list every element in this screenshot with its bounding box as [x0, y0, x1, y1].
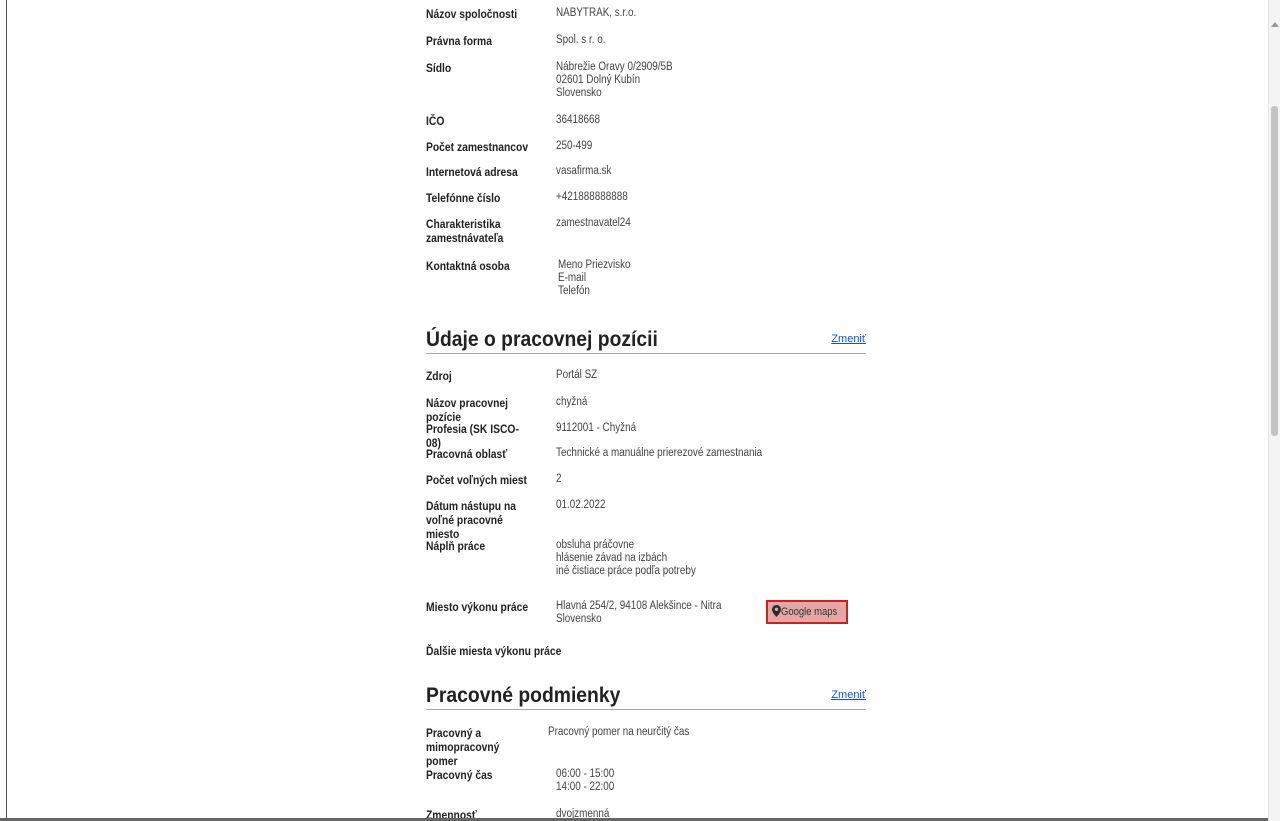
detail-value: Nábrežie Oravy 0/2909/5B 02601 Dolný Kub… — [556, 61, 673, 99]
detail-label: Internetová adresa — [426, 165, 518, 179]
detail-value: dvojzmenná — [556, 808, 610, 818]
detail-label: Sídlo — [426, 61, 452, 75]
google-maps-label: Google maps — [781, 606, 838, 618]
detail-label: Počet voľných miest — [426, 473, 527, 487]
detail-label: Pracovný a mimopracovný pomer — [426, 726, 500, 768]
change-conditions-link[interactable]: Zmeniť — [831, 689, 866, 701]
detail-label: Dátum nástupu na voľné pracovné miesto — [426, 499, 517, 541]
detail-value: chyžná — [556, 396, 588, 408]
detail-label: Názov pracovnej pozície — [426, 396, 509, 424]
detail-value: 250-499 — [556, 140, 593, 152]
detail-label: Miesto výkonu práce — [426, 600, 529, 614]
detail-label: Telefónne číslo — [426, 191, 501, 205]
section-header-conditions: Pracovné podmienky Zmeniť — [426, 683, 866, 710]
detail-value: vasafirma.sk — [556, 165, 612, 177]
detail-label: Charakteristika zamestnávateľa — [426, 217, 504, 245]
vertical-scrollbar[interactable] — [1268, 0, 1280, 821]
detail-value: Portál SZ — [556, 369, 598, 381]
scrollbar-thumb[interactable] — [1271, 106, 1278, 436]
window-left-border — [0, 0, 7, 821]
detail-label: Ďalšie miesta výkonu práce — [426, 644, 562, 658]
detail-label: Pracovná oblasť — [426, 447, 508, 461]
page-content: Názov spoločnosti NABYTRAK, s.r.o. Právn… — [0, 0, 1268, 818]
detail-label: Profesia (SK ISCO-08) — [426, 422, 519, 450]
detail-value: Technické a manuálne prierezové zamestna… — [556, 447, 763, 459]
detail-label: Názov spoločnosti — [426, 7, 518, 21]
section-title: Údaje o pracovnej pozícii — [426, 328, 658, 351]
detail-label: Náplň práce — [426, 539, 486, 553]
detail-value: 36418668 — [556, 114, 601, 126]
detail-label: Počet zamestnancov — [426, 140, 529, 154]
detail-value: NABYTRAK, s.r.o. — [556, 7, 637, 19]
section-header-position: Údaje o pracovnej pozícii Zmeniť — [426, 327, 866, 354]
change-position-link[interactable]: Zmeniť — [831, 333, 866, 345]
detail-label: Zmennosť — [426, 808, 477, 818]
detail-value: zamestnavatel24 — [556, 217, 631, 229]
detail-label: Kontaktná osoba — [426, 259, 510, 273]
detail-value: 06:00 - 15:00 14:00 - 22:00 — [556, 768, 615, 793]
detail-value: Spol. s r. o. — [556, 34, 606, 46]
detail-label: Zdroj — [426, 369, 452, 383]
detail-value: Meno Priezvisko E-mail Telefón — [558, 259, 631, 297]
map-pin-icon — [772, 604, 781, 620]
detail-value: Hlavná 254/2, 94108 Alekšince - Nitra Sl… — [556, 600, 722, 625]
scroll-up-arrow-icon[interactable] — [1271, 22, 1279, 27]
detail-value: obsluha práčovne hlásenie závad na izbác… — [556, 539, 696, 577]
section-title: Pracovné podmienky — [426, 684, 621, 707]
detail-value: Pracovný pomer na neurčitý čas — [548, 726, 690, 738]
google-maps-button[interactable]: Google maps — [766, 600, 848, 624]
detail-value: 9112001 - Chyžná — [556, 422, 637, 434]
detail-value: 01.02.2022 — [556, 499, 606, 511]
detail-label: IČO — [426, 114, 445, 128]
detail-label: Právna forma — [426, 34, 492, 48]
detail-label: Pracovný čas — [426, 768, 493, 782]
detail-value: 2 — [556, 473, 562, 485]
detail-value: +421888888888 — [556, 191, 628, 203]
